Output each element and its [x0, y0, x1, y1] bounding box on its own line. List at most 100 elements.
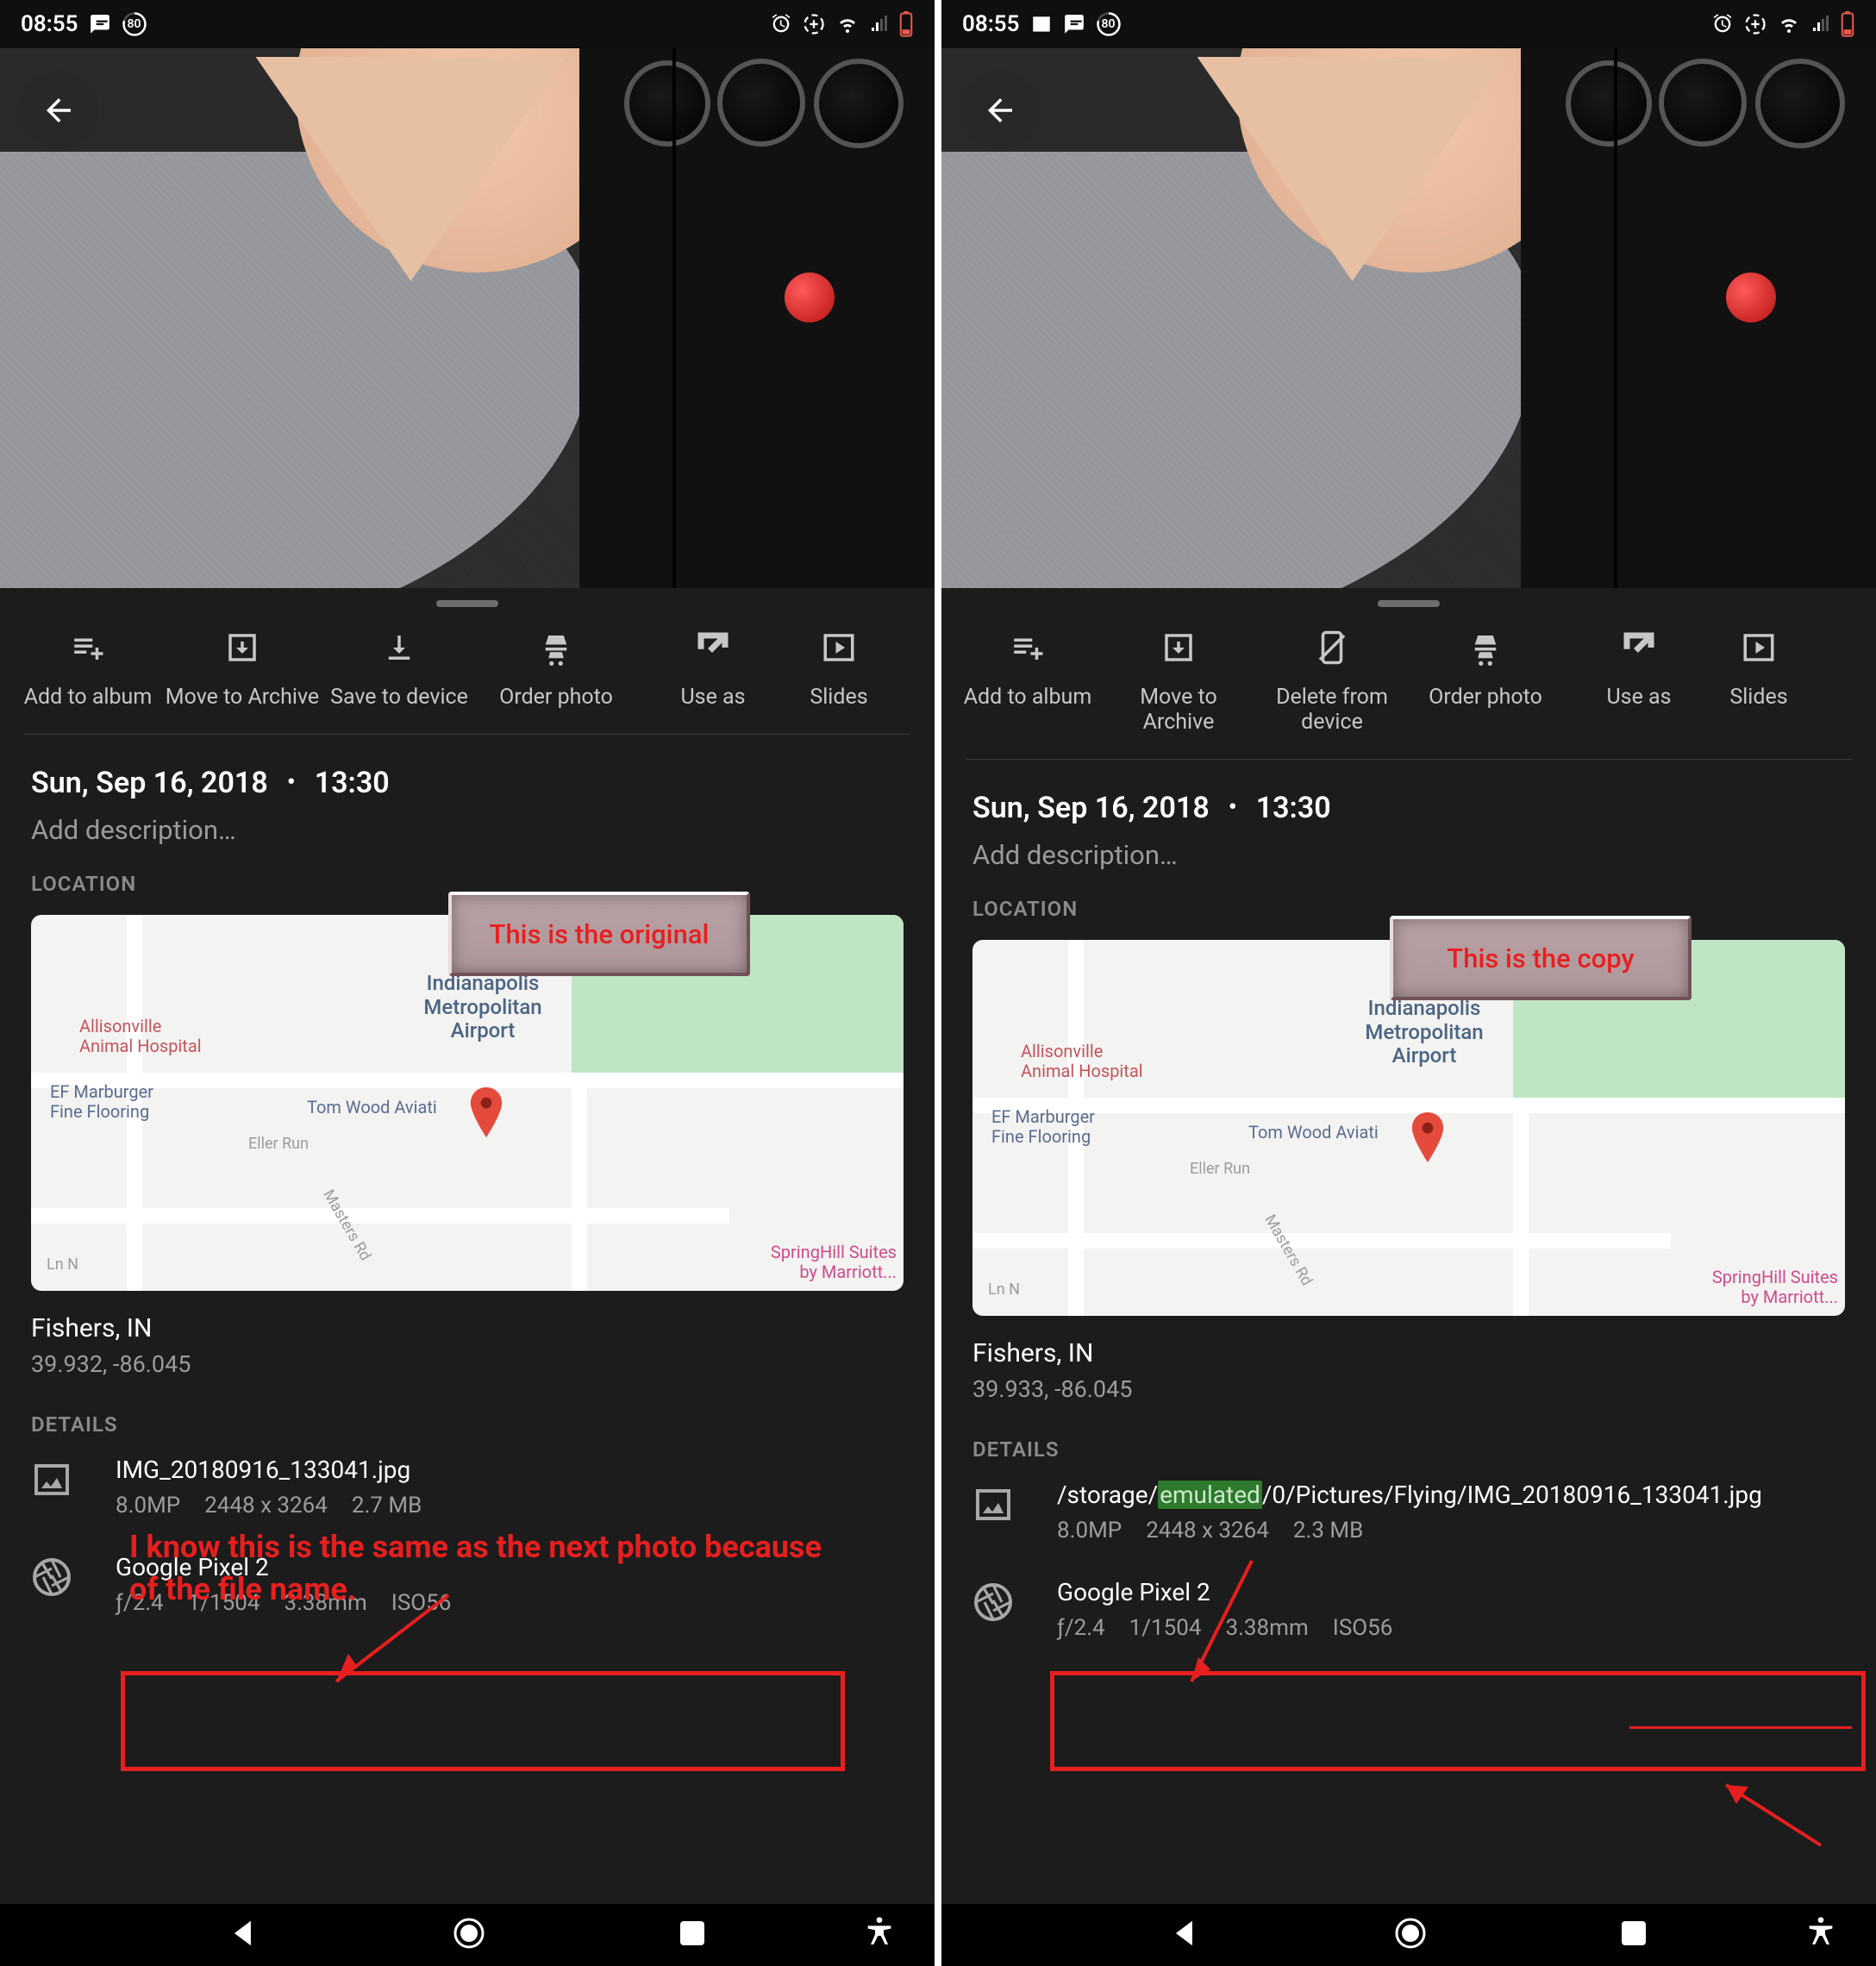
time-text: 13:30 [315, 766, 390, 800]
slideshow-icon [1741, 628, 1777, 667]
map-pin-icon [467, 1087, 505, 1141]
action-move-to-archive[interactable]: Move to Archive [1102, 628, 1255, 735]
action-label: Delete from device [1255, 685, 1409, 735]
annotation-arrow [319, 1587, 457, 1699]
poi-flooring: EF Marburger Fine Flooring [50, 1082, 153, 1122]
back-button[interactable] [960, 71, 1040, 150]
action-slideshow[interactable]: Slides [1716, 628, 1802, 735]
cart-icon [538, 628, 574, 667]
archive-icon [224, 628, 260, 667]
details-label: DETAILS [0, 1412, 935, 1456]
location-text: Fishers, IN [941, 1338, 1876, 1375]
annotation-arrow-filename [1700, 1776, 1838, 1854]
annotation-callout-copy: This is the copy [1390, 916, 1692, 1000]
poi-eller: Eller Run [1190, 1161, 1250, 1179]
nav-recents-icon[interactable] [1619, 1919, 1648, 1951]
divider [24, 734, 910, 735]
poi-wood: Tom Wood Aviati [1248, 1123, 1379, 1143]
action-order-photo[interactable]: Order photo [478, 628, 635, 710]
file-size: 2.7 MB [352, 1493, 422, 1518]
action-label: Move to Archive [166, 685, 319, 710]
drag-handle[interactable] [436, 600, 498, 607]
alarm-icon [1710, 12, 1735, 36]
file-name: /storage/emulated/0/Pictures/Flying/IMG_… [1057, 1481, 1845, 1518]
file-mp: 8.0MP [1057, 1518, 1122, 1543]
wifi-icon [1776, 14, 1802, 34]
action-label: Order photo [1429, 685, 1542, 710]
poi-masters: Masters Rd [319, 1187, 374, 1264]
coordinates-text: 39.933, -86.045 [941, 1375, 1876, 1437]
location-text: Fishers, IN [0, 1313, 935, 1350]
annotation-underline [1629, 1726, 1852, 1729]
action-label: Use as [680, 685, 745, 710]
date-text: Sun, Sep 16, 2018 [31, 766, 268, 800]
annotation-arrow-emulated [1174, 1552, 1269, 1699]
message-icon [89, 13, 111, 35]
aperture-icon [31, 1553, 81, 1601]
poi-airport: Indianapolis Metropolitan Airport [423, 972, 541, 1043]
action-label: Add to album [24, 685, 153, 710]
file-details: IMG_20180916_133041.jpg 8.0MP 2448 x 326… [0, 1456, 935, 1518]
open-in-new-icon [1621, 628, 1657, 667]
nav-back-icon[interactable] [1169, 1917, 1202, 1953]
annotation-red-box [1050, 1671, 1866, 1771]
device-iso: ISO56 [1333, 1615, 1393, 1641]
action-add-to-album[interactable]: Add to album [948, 628, 1102, 735]
wifi-icon [835, 14, 860, 34]
data-saver-icon [802, 12, 826, 36]
photo-preview[interactable] [0, 48, 935, 588]
divider [966, 759, 1852, 760]
annotation-red-box [121, 1671, 845, 1771]
action-slideshow[interactable]: Slides [791, 628, 886, 710]
action-label: Order photo [499, 685, 613, 710]
poi-lnn: Ln N [47, 1256, 78, 1274]
description-input[interactable]: Add description… [0, 814, 935, 872]
separator-dot: • [1229, 792, 1237, 821]
battery-low-icon [898, 11, 914, 37]
nav-home-icon[interactable] [1391, 1914, 1429, 1956]
details-label: DETAILS [941, 1437, 1876, 1481]
date-time: Sun, Sep 16, 2018 • 13:30 [0, 766, 935, 814]
action-use-as[interactable]: Use as [1562, 628, 1716, 735]
action-delete-from-device[interactable]: Delete from device [1255, 628, 1409, 735]
accessibility-icon[interactable] [1804, 1914, 1838, 1952]
nav-back-icon[interactable] [228, 1917, 260, 1953]
action-order-photo[interactable]: Order photo [1409, 628, 1562, 735]
playlist-add-icon [1010, 628, 1046, 667]
message-icon [1063, 13, 1085, 35]
remove-device-icon [1314, 628, 1350, 667]
poi-hotel: SpringHill Suites by Marriott... [771, 1243, 897, 1282]
image-file-icon [972, 1481, 1022, 1529]
nav-recents-icon[interactable] [678, 1919, 707, 1951]
battery-low-icon [1840, 11, 1855, 37]
action-label: Slides [810, 685, 867, 710]
alarm-icon [769, 12, 793, 36]
file-details: /storage/emulated/0/Pictures/Flying/IMG_… [941, 1481, 1876, 1543]
accessibility-icon[interactable] [862, 1914, 897, 1952]
action-move-to-archive[interactable]: Move to Archive [164, 628, 321, 710]
nav-bar [941, 1904, 1876, 1966]
action-save-to-device[interactable]: Save to device [321, 628, 478, 710]
action-label: Move to Archive [1102, 685, 1255, 735]
action-row: Add to album Move to Archive Save to dev… [0, 617, 935, 729]
drag-handle[interactable] [1378, 600, 1440, 607]
status-bar: 08:55 80 [941, 0, 1876, 48]
photo-preview[interactable] [941, 48, 1876, 588]
file-dims: 2448 x 3264 [204, 1493, 328, 1518]
date-text: Sun, Sep 16, 2018 [972, 791, 1210, 825]
image-file-icon [31, 1456, 81, 1504]
back-button[interactable] [19, 71, 98, 150]
action-use-as[interactable]: Use as [635, 628, 791, 710]
device-aperture: ƒ/2.4 [1057, 1615, 1105, 1641]
poi-wood: Tom Wood Aviati [307, 1098, 437, 1118]
action-add-to-album[interactable]: Add to album [7, 628, 164, 710]
poi-hospital: Allisonville Animal Hospital [79, 1017, 202, 1056]
picture-icon [1030, 13, 1053, 35]
cart-icon [1467, 628, 1504, 667]
signal-icon [869, 14, 890, 34]
poi-airport: Indianapolis Metropolitan Airport [1365, 997, 1483, 1068]
description-input[interactable]: Add description… [941, 839, 1876, 897]
action-label: Slides [1729, 685, 1787, 710]
poi-lnn: Ln N [988, 1281, 1020, 1299]
nav-home-icon[interactable] [450, 1914, 488, 1956]
